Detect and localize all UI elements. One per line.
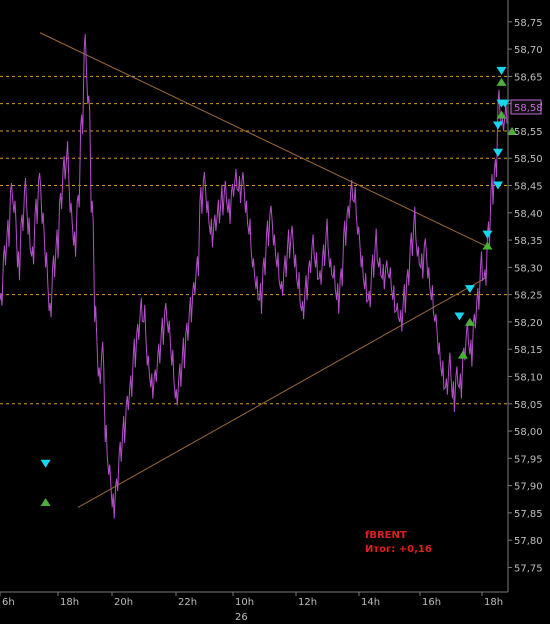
x-tick-label: 10h <box>235 597 254 608</box>
y-tick-label: 58,25 <box>514 291 543 302</box>
y-tick-label: 58,20 <box>514 318 543 329</box>
x-tick-label: 14h <box>361 597 380 608</box>
x-tick-label: 18h <box>60 597 79 608</box>
result-annotation: Итог: +0,16 <box>365 544 432 555</box>
x-tick-label: 20h <box>114 597 133 608</box>
x-tick-label: 6h <box>2 597 15 608</box>
y-tick-label: 58,30 <box>514 263 543 274</box>
x-tick-label: 22h <box>178 597 197 608</box>
y-tick-label: 57,90 <box>514 482 543 493</box>
y-tick-label: 57,85 <box>514 509 543 520</box>
y-tick-label: 58,65 <box>514 72 543 83</box>
y-tick-label: 58,70 <box>514 45 543 56</box>
last-price-label: 58,58 <box>514 103 543 114</box>
x-tick-label: 18h <box>484 597 503 608</box>
x-tick-label: 12h <box>298 597 317 608</box>
y-tick-label: 57,95 <box>514 454 543 465</box>
y-tick-label: 58,40 <box>514 209 543 220</box>
y-tick-label: 58,15 <box>514 345 543 356</box>
y-tick-label: 58,35 <box>514 236 543 247</box>
y-tick-label: 57,75 <box>514 563 543 574</box>
x-tick-label: 16h <box>422 597 441 608</box>
symbol-annotation: fBRENT <box>365 530 407 541</box>
y-tick-label: 58,10 <box>514 372 543 383</box>
y-tick-label: 58,75 <box>514 18 543 29</box>
y-tick-label: 58,55 <box>514 127 543 138</box>
y-tick-label: 58,05 <box>514 400 543 411</box>
y-tick-label: 57,80 <box>514 536 543 547</box>
x-date-label: 26 <box>235 612 248 623</box>
chart-background <box>0 0 550 624</box>
y-tick-label: 58,45 <box>514 182 543 193</box>
y-tick-label: 58,50 <box>514 154 543 165</box>
y-tick-label: 58,00 <box>514 427 543 438</box>
price-chart[interactable]: 58,7558,7058,6558,6058,5558,5058,4558,40… <box>0 0 550 624</box>
